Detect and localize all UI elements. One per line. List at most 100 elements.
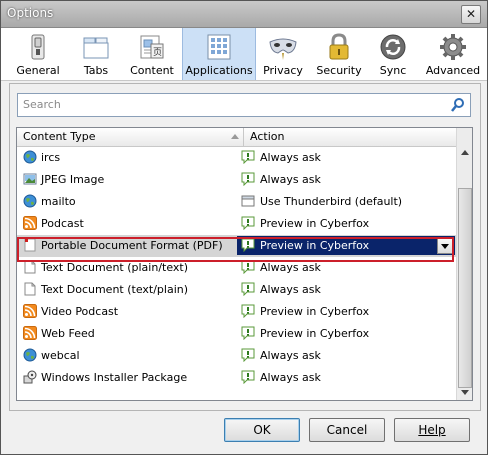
tab-tabs-label: Tabs: [83, 64, 109, 77]
tab-advanced-label: Advanced: [425, 64, 481, 77]
globe-icon: [23, 150, 37, 164]
action-name: Always ask: [260, 151, 321, 164]
table-row[interactable]: mailto Use Thunderbird (default): [17, 191, 456, 213]
list-rows: ircs Always ask JPEG Image Always ask mailto…: [17, 147, 456, 400]
tab-advanced[interactable]: Advanced: [425, 28, 481, 80]
search-placeholder: Search: [23, 98, 61, 111]
scroll-thumb[interactable]: [458, 188, 472, 388]
tab-tabs[interactable]: Tabs: [75, 28, 117, 80]
general-switch-icon: [23, 32, 53, 62]
content-type-name: Windows Installer Package: [41, 371, 188, 384]
table-row[interactable]: Video Podcast Preview in Cyberfox: [17, 301, 456, 323]
pdf-icon: [23, 238, 37, 252]
action-name: Preview in Cyberfox: [260, 239, 370, 252]
tab-security-label: Security: [316, 64, 362, 77]
tab-privacy-label: Privacy: [263, 64, 303, 77]
table-row[interactable]: Text Document (text/plain) Always ask: [17, 279, 456, 301]
options-window: Options ✕ General Tabs 页 Content Applica…: [0, 0, 488, 455]
tab-privacy[interactable]: Privacy: [259, 28, 307, 80]
scroll-up-icon[interactable]: [458, 146, 472, 160]
ask-icon: [241, 216, 255, 230]
globe-icon: [23, 194, 37, 208]
ask-icon: [241, 282, 255, 296]
ask-icon: [241, 150, 255, 164]
vertical-scrollbar[interactable]: [456, 128, 472, 400]
table-row[interactable]: ircs Always ask: [17, 147, 456, 169]
chevron-down-icon[interactable]: [437, 237, 453, 254]
content-type-name: mailto: [41, 195, 76, 208]
column-header-content-type[interactable]: Content Type: [17, 128, 244, 146]
rss-icon: [23, 304, 37, 318]
action-name: Always ask: [260, 173, 321, 186]
tab-sync[interactable]: Sync: [373, 28, 413, 80]
ask-icon: [241, 304, 255, 318]
help-button[interactable]: Help: [394, 418, 470, 442]
table-row[interactable]: Web Feed Preview in Cyberfox: [17, 323, 456, 345]
installer-icon: [23, 370, 37, 384]
privacy-mask-icon: [268, 32, 298, 62]
content-type-name: Web Feed: [41, 327, 95, 340]
tab-applications[interactable]: Applications: [182, 28, 256, 80]
rss-icon: [23, 216, 37, 230]
tab-security[interactable]: Security: [315, 28, 363, 80]
rss-icon: [23, 326, 37, 340]
content-type-name: Text Document (plain/text): [41, 261, 189, 274]
ok-button-label: OK: [253, 423, 271, 437]
table-row[interactable]: Windows Installer Package Always ask: [17, 367, 456, 389]
content-type-name: Podcast: [41, 217, 84, 230]
title-bar[interactable]: Options ✕: [1, 1, 487, 28]
ok-button[interactable]: OK: [224, 418, 300, 442]
table-row[interactable]: Text Document (plain/text) Always ask: [17, 257, 456, 279]
content-type-name: JPEG Image: [41, 173, 105, 186]
security-lock-icon: [324, 32, 354, 62]
help-button-label: Help: [418, 423, 446, 437]
app-icon: [241, 194, 255, 208]
content-type-name: ircs: [41, 151, 61, 164]
action-name: Always ask: [260, 349, 321, 362]
tab-applications-label: Applications: [185, 64, 253, 77]
close-icon: ✕: [465, 7, 477, 21]
applications-icon: [204, 32, 234, 62]
ask-icon: [241, 260, 255, 274]
window-title: Options: [7, 6, 54, 20]
list-header: Content Type Action: [17, 128, 456, 147]
column-header-content-type-label: Content Type: [23, 130, 96, 143]
tabs-icon: [81, 32, 111, 62]
table-row[interactable]: webcal Always ask: [17, 345, 456, 367]
sync-icon: [378, 32, 408, 62]
sort-ascending-icon: [231, 134, 239, 139]
action-name: Preview in Cyberfox: [260, 305, 370, 318]
content-type-name: Text Document (text/plain): [41, 283, 189, 296]
table-row[interactable]: JPEG Image Always ask: [17, 169, 456, 191]
tab-general-label: General: [16, 64, 60, 77]
advanced-gear-icon: [438, 32, 468, 62]
tab-content-label: Content: [130, 64, 174, 77]
content-type-list[interactable]: Content Type Action ircs Always ask JPEG I…: [16, 127, 473, 401]
ask-icon: [241, 238, 255, 252]
ask-icon: [241, 326, 255, 340]
globe-icon: [23, 348, 37, 362]
close-button[interactable]: ✕: [461, 5, 481, 24]
content-icon: 页: [137, 32, 167, 62]
content-type-name: webcal: [41, 349, 80, 362]
content-type-name: Video Podcast: [41, 305, 119, 318]
scroll-down-icon[interactable]: [458, 385, 472, 399]
ask-icon: [241, 348, 255, 362]
table-row-selected[interactable]: Portable Document Format (PDF) Preview in…: [17, 235, 456, 257]
content-type-name: Portable Document Format (PDF): [41, 239, 223, 252]
ask-icon: [241, 172, 255, 186]
tab-general[interactable]: General: [13, 28, 63, 80]
cancel-button-label: Cancel: [326, 423, 368, 437]
svg-text:页: 页: [153, 47, 162, 58]
action-name: Always ask: [260, 371, 321, 384]
column-header-action-label: Action: [250, 130, 285, 143]
tab-content[interactable]: 页 Content: [127, 28, 177, 80]
search-input[interactable]: Search: [17, 93, 471, 117]
doc-icon: [23, 260, 37, 274]
action-name: Preview in Cyberfox: [260, 217, 370, 230]
cancel-button[interactable]: Cancel: [309, 418, 385, 442]
action-name: Use Thunderbird (default): [260, 195, 403, 208]
search-icon[interactable]: [450, 97, 466, 113]
table-row[interactable]: Podcast Preview in Cyberfox: [17, 213, 456, 235]
options-toolbar: General Tabs 页 Content Applications Priv…: [1, 28, 487, 81]
